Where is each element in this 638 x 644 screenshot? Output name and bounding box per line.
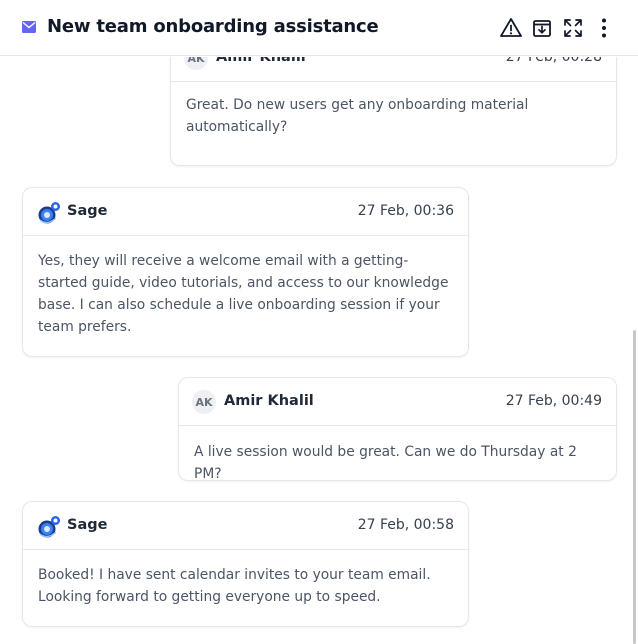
report-button[interactable] <box>499 16 523 40</box>
message-timestamp: 27 Feb, 00:36 <box>357 203 454 219</box>
page-title: New team onboarding assistance <box>47 16 379 37</box>
message-card: Sage 27 Feb, 00:36 Yes, they will receiv… <box>22 187 469 357</box>
avatar: AK <box>184 57 208 70</box>
expand-icon <box>564 19 582 37</box>
warning-icon <box>500 18 522 37</box>
more-icon <box>602 18 606 38</box>
message-text: A live session would be great. Can we do… <box>194 444 577 482</box>
message-header: AK Amir Khalil 27 Feb, 00:28 <box>171 57 616 82</box>
message-header: Sage 27 Feb, 00:58 <box>23 502 468 550</box>
message-text: Booked! I have sent calendar invites to … <box>38 567 431 605</box>
message-timestamp: 27 Feb, 00:58 <box>357 517 454 533</box>
message-header: AK Amir Khalil 27 Feb, 00:49 <box>179 378 616 426</box>
message-card: AK Amir Khalil 27 Feb, 00:49 A live sess… <box>178 377 617 482</box>
archive-icon <box>533 20 551 37</box>
expand-button[interactable] <box>561 16 585 40</box>
message-list[interactable]: AK Amir Khalil 27 Feb, 00:28 Great. Do n… <box>0 57 638 644</box>
conversation-header: New team onboarding assistance <box>0 0 638 56</box>
sage-avatar-icon <box>38 516 60 538</box>
message-header: Sage 27 Feb, 00:36 <box>23 188 468 236</box>
avatar: AK <box>192 390 216 414</box>
sender-name: Sage <box>67 203 108 219</box>
sender-name: Amir Khalil <box>216 57 306 65</box>
sender-name: Sage <box>67 517 108 533</box>
message-timestamp: 27 Feb, 00:28 <box>505 57 602 65</box>
sender-name: Amir Khalil <box>224 393 314 409</box>
sage-avatar-icon <box>38 202 60 224</box>
message-timestamp: 27 Feb, 00:49 <box>505 393 602 409</box>
message-text: Great. Do new users get any onboarding m… <box>186 97 529 135</box>
message-card: AK Amir Khalil 27 Feb, 00:28 Great. Do n… <box>170 57 617 166</box>
archive-button[interactable] <box>530 16 554 40</box>
message-card: Sage 27 Feb, 00:58 Booked! I have sent c… <box>22 501 469 627</box>
more-options-button[interactable] <box>592 16 616 40</box>
scrollbar[interactable] <box>633 330 636 644</box>
mail-icon <box>22 21 36 33</box>
message-text: Yes, they will receive a welcome email w… <box>38 253 449 335</box>
